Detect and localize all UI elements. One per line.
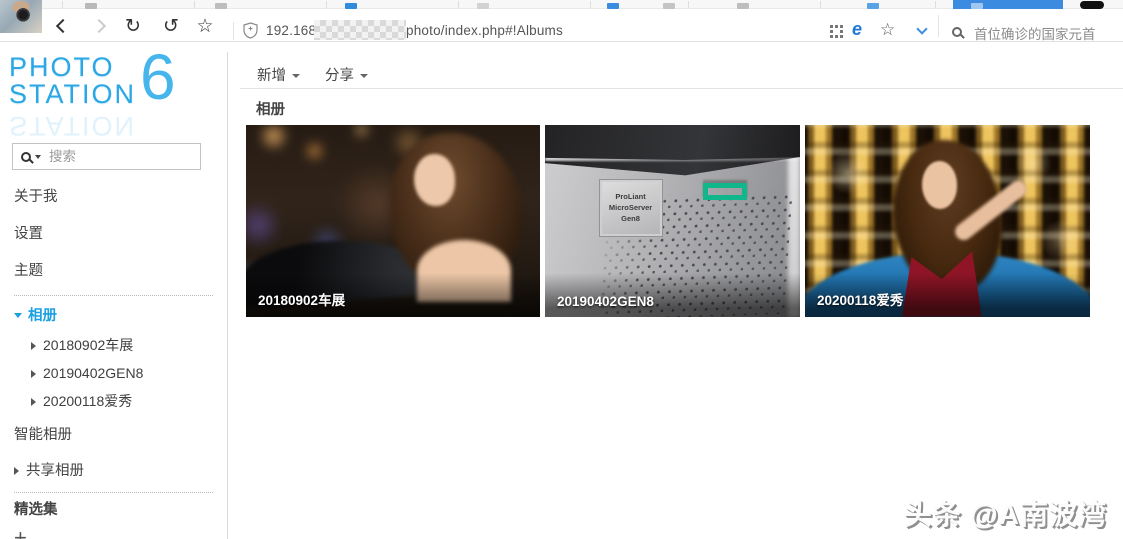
tab-separator (820, 1, 821, 8)
sidebar-item-theme[interactable]: 主题 (0, 263, 227, 279)
active-browser-tab[interactable] (953, 0, 1063, 9)
share-button[interactable]: 分享 (325, 64, 368, 85)
qr-code-icon[interactable] (830, 25, 833, 28)
album-title: 20190402GEN8 (557, 294, 654, 309)
url-prefix[interactable]: 192.168. (266, 23, 320, 38)
sidebar-item-album-aixiu[interactable]: 20200118爱秀 (0, 393, 227, 409)
history-undo-button[interactable]: ↺ (158, 13, 184, 39)
search-icon (21, 151, 31, 162)
sidebar-item-albums[interactable]: 相册 (0, 308, 227, 324)
sidebar-divider (14, 492, 213, 493)
back-button[interactable] (50, 13, 76, 39)
sidebar: PHOTO STATION 6 STATION 关于我 设置 主题 相册 201… (0, 41, 227, 539)
album-card-aixiu[interactable]: 20200118爱秀 (805, 125, 1090, 317)
photo-station-app: PHOTO STATION 6 STATION 关于我 设置 主题 相册 201… (0, 41, 1123, 539)
tree-collapsed-icon[interactable] (14, 467, 19, 475)
albums-toolbar: 新增 分享 (228, 42, 1123, 88)
profile-avatar[interactable] (0, 0, 42, 33)
album-label-overlay: 20200118爱秀 (805, 273, 1090, 317)
chevron-down-icon[interactable] (916, 23, 928, 35)
caret-down-icon (360, 73, 368, 78)
bookmark-star-icon[interactable]: ☆ (880, 20, 895, 40)
forward-icon (91, 18, 107, 34)
new-button[interactable]: 新增 (257, 64, 300, 85)
tab-separator (326, 1, 327, 8)
toolbar-divider (240, 88, 1123, 89)
magnifier-icon (952, 27, 962, 37)
album-title: 20180902车展 (258, 293, 346, 308)
sidebar-item-album-carshow[interactable]: 20180902车展 (0, 337, 227, 353)
search-separator (938, 15, 939, 37)
tab-separator (194, 1, 195, 8)
album-title: 20200118爱秀 (817, 293, 904, 308)
url-suffix[interactable]: photo/index.php#!Albums (406, 23, 563, 38)
album-label-overlay: 20190402GEN8 (545, 273, 800, 317)
browser-search-suggestion[interactable]: 首位确诊的国家元首 (974, 23, 1096, 43)
sidebar-item-settings[interactable]: 设置 (0, 226, 227, 242)
hpe-logo (703, 182, 748, 200)
back-icon (55, 18, 71, 34)
add-collection-button[interactable]: + (0, 525, 227, 539)
tree-expanded-icon[interactable] (14, 313, 22, 318)
sidebar-divider (14, 295, 213, 296)
screen: ↻ ↺ ☆ 192.168. photo/index.php#!Albums e… (0, 0, 1123, 539)
browser-tab-dark-icon[interactable] (1080, 1, 1104, 9)
sidebar-nav: 关于我 设置 主题 相册 20180902车展 20190402GEN8 202… (0, 170, 227, 539)
logo-reflection: STATION (9, 111, 136, 141)
album-card-carshow[interactable]: 20180902车展 (246, 125, 540, 317)
caret-down-icon (292, 73, 300, 78)
sidebar-item-smart-albums[interactable]: 智能相册 (0, 427, 227, 443)
tab-separator (458, 1, 459, 8)
album-thumbnail-detail (545, 125, 800, 176)
search-options-caret-icon[interactable] (35, 154, 41, 159)
album-label-overlay: 20180902车展 (246, 273, 540, 317)
tree-collapsed-icon[interactable] (31, 370, 36, 378)
tree-collapsed-icon[interactable] (31, 398, 36, 406)
url-censored-mosaic (314, 20, 406, 40)
photo-station-logo: PHOTO STATION 6 STATION (9, 41, 209, 142)
logo-line2: STATION (9, 79, 136, 109)
ie-browser-icon[interactable]: e (852, 19, 862, 40)
tab-separator (62, 1, 63, 8)
favorite-button[interactable]: ☆ (192, 13, 218, 39)
logo-number: 6 (140, 41, 176, 113)
sidebar-item-album-gen8[interactable]: 20190402GEN8 (0, 365, 227, 381)
album-thumbnail-detail (921, 161, 958, 210)
refresh-button[interactable]: ↻ (120, 13, 146, 39)
tree-collapsed-icon[interactable] (31, 342, 36, 350)
forward-button[interactable] (86, 13, 112, 39)
server-badge: ProLiant MicroServer Gen8 (598, 178, 663, 237)
search-input[interactable] (49, 149, 200, 164)
browser-tab-strip[interactable] (0, 0, 1123, 9)
address-bar-separator (233, 22, 234, 40)
album-card-gen8[interactable]: ProLiant MicroServer Gen8 20190402GEN8 (545, 125, 800, 317)
sidebar-item-collections[interactable]: 精选集 (0, 502, 227, 518)
sidebar-item-about[interactable]: 关于我 (0, 189, 227, 205)
toutiao-watermark: 头条 @A南波湾 (903, 499, 1107, 530)
site-shield-icon[interactable] (243, 22, 258, 44)
browser-toolbar: ↻ ↺ ☆ 192.168. photo/index.php#!Albums e… (0, 9, 1123, 42)
tab-separator (590, 1, 591, 8)
sidebar-search-box[interactable] (12, 143, 201, 170)
star-icon: ☆ (196, 15, 214, 37)
tab-separator (688, 1, 689, 8)
album-thumbnail-detail (413, 153, 455, 206)
main-content: 新增 分享 相册 20180902车展 ProLiant MicroServer… (228, 42, 1123, 539)
section-title: 相册 (256, 102, 285, 118)
refresh-icon: ↻ (125, 15, 141, 37)
sidebar-item-shared-albums[interactable]: 共享相册 (0, 463, 227, 479)
browser-search-icon[interactable] (952, 24, 962, 42)
tab-separator (935, 1, 936, 8)
album-grid: 20180902车展 ProLiant MicroServer Gen8 201… (246, 125, 1090, 317)
undo-icon: ↺ (163, 15, 179, 37)
